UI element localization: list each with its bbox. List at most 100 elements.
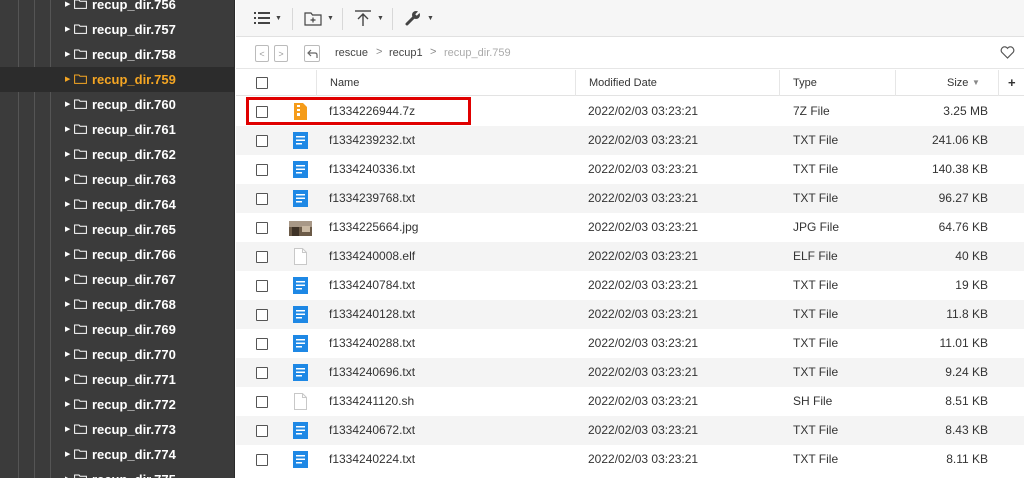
- table-row[interactable]: f1334240672.txt 2022/02/03 03:23:21 TXT Fi…: [236, 416, 1024, 445]
- table-row[interactable]: f1334239232.txt 2022/02/03 03:23:21 TXT Fi…: [236, 126, 1024, 155]
- folder-tree-sidebar[interactable]: ▶ recup_dir.756 ▶ recup_dir.757 ▶ recup_dir.7…: [0, 0, 235, 478]
- expand-arrow-icon[interactable]: ▶: [65, 126, 71, 134]
- expand-arrow-icon[interactable]: ▶: [65, 1, 71, 9]
- expand-arrow-icon[interactable]: ▶: [65, 326, 71, 334]
- sidebar-folder-item[interactable]: ▶ recup_dir.760: [0, 92, 234, 117]
- expand-arrow-icon[interactable]: ▶: [65, 201, 71, 209]
- sidebar-folder-item[interactable]: ▶ recup_dir.769: [0, 317, 234, 342]
- file-name[interactable]: f1334240784.txt: [329, 271, 415, 300]
- file-name[interactable]: f1334240008.elf: [329, 242, 415, 271]
- expand-arrow-icon[interactable]: ▶: [65, 176, 71, 184]
- select-all-checkbox[interactable]: [256, 77, 268, 89]
- column-header-type[interactable]: Type: [793, 70, 817, 96]
- view-mode-button[interactable]: ▼: [254, 6, 282, 30]
- sidebar-folder-item[interactable]: ▶ recup_dir.772: [0, 392, 234, 417]
- sidebar-folder-item[interactable]: ▶ recup_dir.759: [0, 67, 234, 92]
- column-header-modified[interactable]: Modified Date: [589, 70, 657, 96]
- expand-arrow-icon[interactable]: ▶: [65, 101, 71, 109]
- forward-button[interactable]: >: [274, 45, 288, 62]
- file-name[interactable]: f1334240672.txt: [329, 416, 415, 445]
- sidebar-folder-item[interactable]: ▶ recup_dir.761: [0, 117, 234, 142]
- row-checkbox[interactable]: [256, 396, 268, 408]
- sidebar-folder-item[interactable]: ▶ recup_dir.762: [0, 142, 234, 167]
- breadcrumb-item[interactable]: recup1: [389, 47, 423, 59]
- row-checkbox[interactable]: [256, 251, 268, 263]
- row-checkbox[interactable]: [256, 454, 268, 466]
- expand-arrow-icon[interactable]: ▶: [65, 151, 71, 159]
- sidebar-folder-item[interactable]: ▶ recup_dir.770: [0, 342, 234, 367]
- expand-arrow-icon[interactable]: ▶: [65, 351, 71, 359]
- row-checkbox[interactable]: [256, 338, 268, 350]
- expand-arrow-icon[interactable]: ▶: [65, 301, 71, 309]
- column-divider[interactable]: [895, 70, 896, 96]
- upload-button[interactable]: ▼: [354, 6, 384, 30]
- sidebar-folder-item[interactable]: ▶recup_dir.775: [0, 467, 234, 478]
- column-divider[interactable]: [575, 70, 576, 96]
- sidebar-folder-item[interactable]: ▶ recup_dir.767: [0, 267, 234, 292]
- add-column-icon[interactable]: +: [1008, 70, 1016, 96]
- sidebar-folder-item[interactable]: ▶ recup_dir.764: [0, 192, 234, 217]
- expand-arrow-icon[interactable]: ▶: [65, 26, 71, 34]
- row-checkbox[interactable]: [256, 425, 268, 437]
- expand-arrow-icon[interactable]: ▶: [65, 226, 71, 234]
- file-name[interactable]: f1334240224.txt: [329, 445, 415, 474]
- sidebar-folder-item[interactable]: ▶ recup_dir.756: [0, 0, 234, 17]
- file-name[interactable]: f1334240696.txt: [329, 358, 415, 387]
- parent-folder-button[interactable]: [304, 45, 320, 62]
- sidebar-folder-item[interactable]: ▶ recup_dir.758: [0, 42, 234, 67]
- column-header-name[interactable]: Name: [330, 70, 359, 96]
- expand-arrow-icon[interactable]: ▶: [65, 76, 71, 84]
- file-name[interactable]: f1334239232.txt: [329, 126, 415, 155]
- sidebar-folder-item[interactable]: ▶ recup_dir.757: [0, 17, 234, 42]
- sidebar-folder-item[interactable]: ▶ recup_dir.771: [0, 367, 234, 392]
- table-row[interactable]: f1334241120.sh 2022/02/03 03:23:21 SH File…: [236, 387, 1024, 416]
- expand-arrow-icon[interactable]: ▶: [65, 276, 71, 284]
- expand-arrow-icon[interactable]: ▶: [65, 51, 71, 59]
- table-row[interactable]: f1334240224.txt 2022/02/03 03:23:21 TXT Fi…: [236, 445, 1024, 474]
- row-checkbox[interactable]: [256, 193, 268, 205]
- table-row[interactable]: f1334240336.txt 2022/02/03 03:23:21 TXT Fi…: [236, 155, 1024, 184]
- sidebar-folder-label: recup_dir.758: [92, 47, 176, 62]
- breadcrumb-item[interactable]: rescue: [335, 47, 368, 59]
- file-name[interactable]: f1334226944.7z: [329, 97, 415, 126]
- expand-arrow-icon[interactable]: ▶: [65, 251, 71, 259]
- table-row[interactable]: f1334240008.elf 2022/02/03 03:23:21 ELF Fi…: [236, 242, 1024, 271]
- table-row[interactable]: f1334239768.txt 2022/02/03 03:23:21 TXT Fi…: [236, 184, 1024, 213]
- row-checkbox[interactable]: [256, 280, 268, 292]
- file-name[interactable]: f1334241120.sh: [329, 387, 414, 416]
- create-button[interactable]: ▼: [304, 6, 334, 30]
- expand-arrow-icon[interactable]: ▶: [65, 376, 71, 384]
- row-checkbox[interactable]: [256, 222, 268, 234]
- row-checkbox[interactable]: [256, 309, 268, 321]
- file-name[interactable]: f1334240336.txt: [329, 155, 415, 184]
- row-checkbox[interactable]: [256, 164, 268, 176]
- file-name[interactable]: f1334225664.jpg: [329, 213, 418, 242]
- row-checkbox[interactable]: [256, 367, 268, 379]
- sidebar-folder-item[interactable]: ▶ recup_dir.763: [0, 167, 234, 192]
- sidebar-folder-item[interactable]: ▶ recup_dir.765: [0, 217, 234, 242]
- row-checkbox[interactable]: [256, 106, 268, 118]
- table-row[interactable]: f1334240128.txt 2022/02/03 03:23:21 TXT Fi…: [236, 300, 1024, 329]
- table-row[interactable]: f1334240784.txt 2022/02/03 03:23:21 TXT Fi…: [236, 271, 1024, 300]
- file-name[interactable]: f1334240288.txt: [329, 329, 415, 358]
- expand-arrow-icon[interactable]: ▶: [65, 401, 71, 409]
- file-name[interactable]: f1334240128.txt: [329, 300, 415, 329]
- row-checkbox[interactable]: [256, 135, 268, 147]
- sidebar-folder-item[interactable]: ▶ recup_dir.766: [0, 242, 234, 267]
- sidebar-folder-item[interactable]: ▶ recup_dir.774: [0, 442, 234, 467]
- sidebar-folder-item[interactable]: ▶ recup_dir.768: [0, 292, 234, 317]
- expand-arrow-icon[interactable]: ▶: [65, 426, 71, 434]
- back-button[interactable]: <: [255, 45, 269, 62]
- tools-button[interactable]: ▼: [404, 6, 434, 30]
- table-row[interactable]: f1334225664.jpg 2022/02/03 03:23:21 JPG Fi…: [236, 213, 1024, 242]
- toolbar: ▼ ▼ ▼ ▼: [236, 0, 1024, 37]
- heart-icon[interactable]: [1000, 46, 1015, 59]
- expand-arrow-icon[interactable]: ▶: [65, 451, 71, 459]
- table-row[interactable]: f1334240696.txt 2022/02/03 03:23:21 TXT Fi…: [236, 358, 1024, 387]
- table-row[interactable]: f1334240288.txt 2022/02/03 03:23:21 TXT Fi…: [236, 329, 1024, 358]
- sidebar-folder-item[interactable]: ▶ recup_dir.773: [0, 417, 234, 442]
- column-divider[interactable]: [779, 70, 780, 96]
- column-header-size[interactable]: Size: [947, 70, 968, 96]
- file-name[interactable]: f1334239768.txt: [329, 184, 415, 213]
- table-row[interactable]: f1334226944.7z 2022/02/03 03:23:21 7Z File…: [236, 97, 1024, 126]
